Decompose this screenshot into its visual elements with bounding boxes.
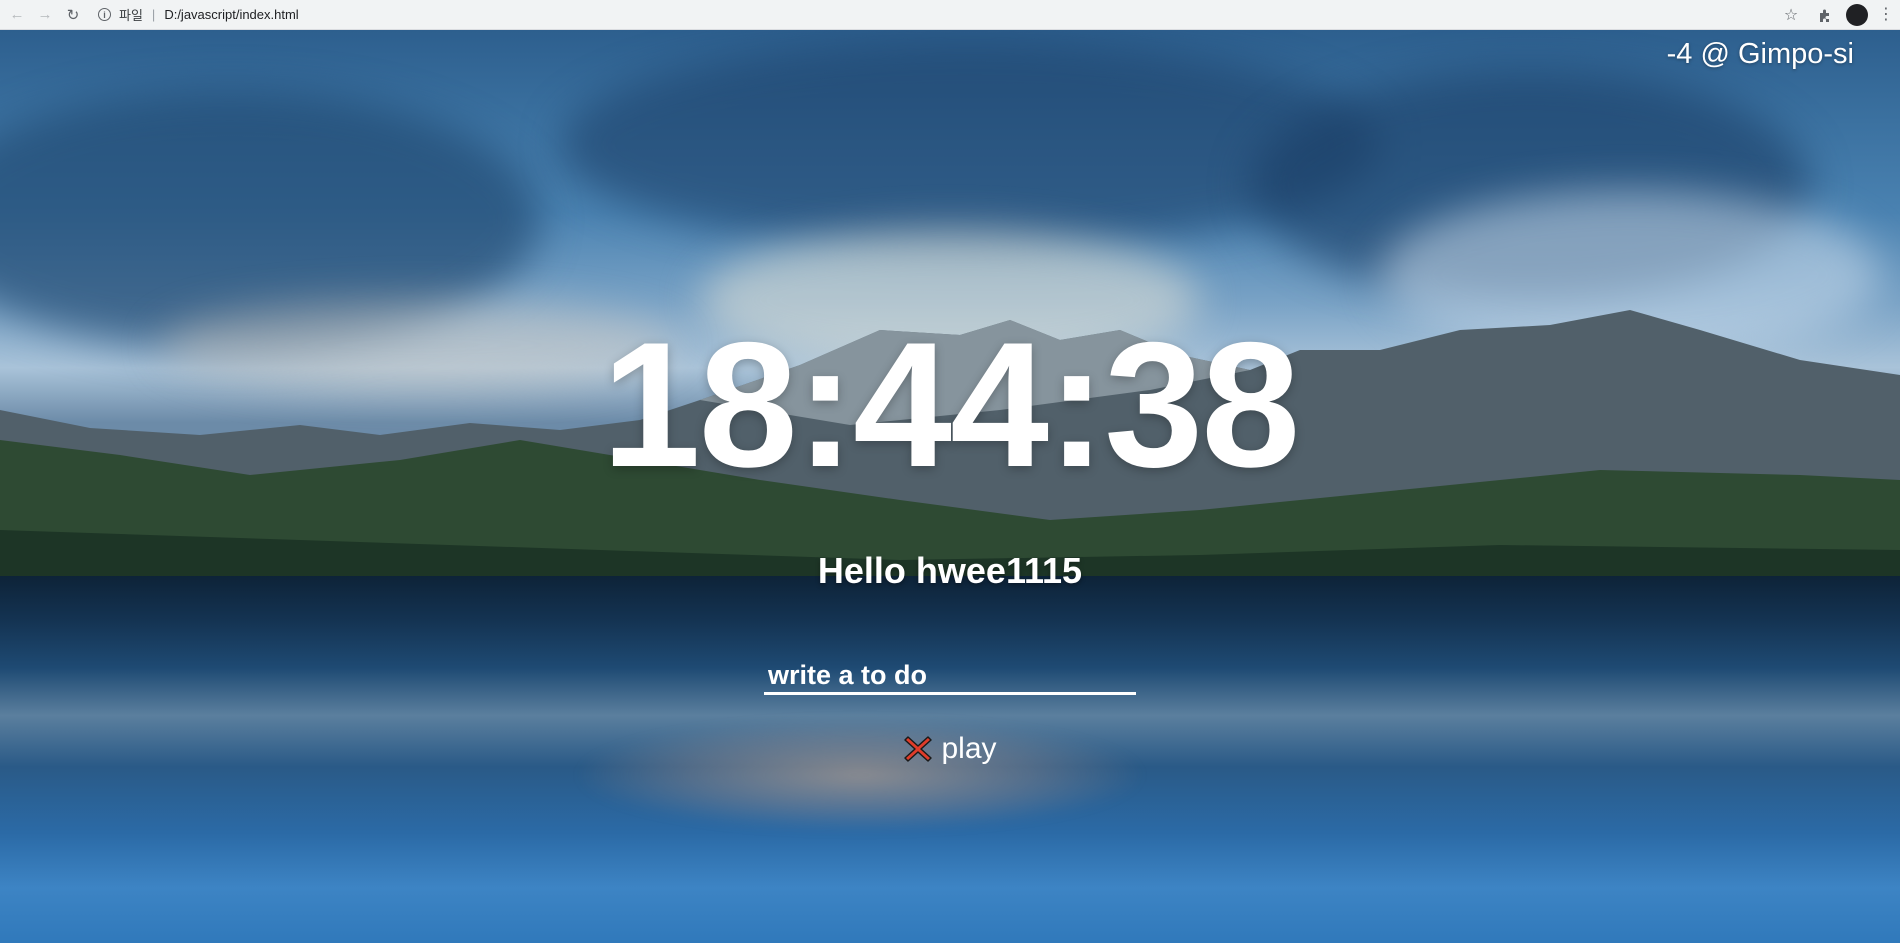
browser-toolbar: ← → ↻ i 파일 | D:/javascript/index.html ☆ …: [0, 0, 1900, 30]
greeting: Hello hwee1115: [817, 550, 1083, 591]
url-text[interactable]: D:/javascript/index.html: [164, 7, 298, 22]
todo-form: [764, 647, 1136, 695]
address-bar[interactable]: i 파일 | D:/javascript/index.html: [98, 3, 1768, 27]
toolbar-right: ☆ ⋮: [1768, 3, 1894, 26]
clock: 18:44:38: [601, 305, 1301, 504]
todo-list: play: [0, 732, 1900, 769]
forward-icon[interactable]: →: [34, 4, 56, 26]
reload-icon[interactable]: ↻: [62, 4, 84, 26]
weather-readout: -4 @ Gimpo-si: [1666, 38, 1854, 70]
menu-kebab-icon[interactable]: ⋮: [1878, 6, 1894, 23]
info-icon[interactable]: i: [98, 8, 111, 21]
todo-input[interactable]: [764, 647, 1136, 695]
back-icon[interactable]: ←: [6, 4, 28, 26]
todo-item: play: [903, 732, 997, 766]
page-background: -4 @ Gimpo-si 18:44:38 Hello hwee1115 pl…: [0, 30, 1900, 943]
bookmark-star-icon[interactable]: ☆: [1780, 4, 1802, 26]
url-separator: |: [151, 7, 156, 22]
scheme-label: 파일: [119, 8, 143, 23]
extensions-icon[interactable]: [1814, 4, 1836, 26]
close-icon[interactable]: [903, 734, 933, 764]
profile-avatar[interactable]: [1846, 3, 1868, 26]
todo-item-label: play: [941, 732, 997, 765]
